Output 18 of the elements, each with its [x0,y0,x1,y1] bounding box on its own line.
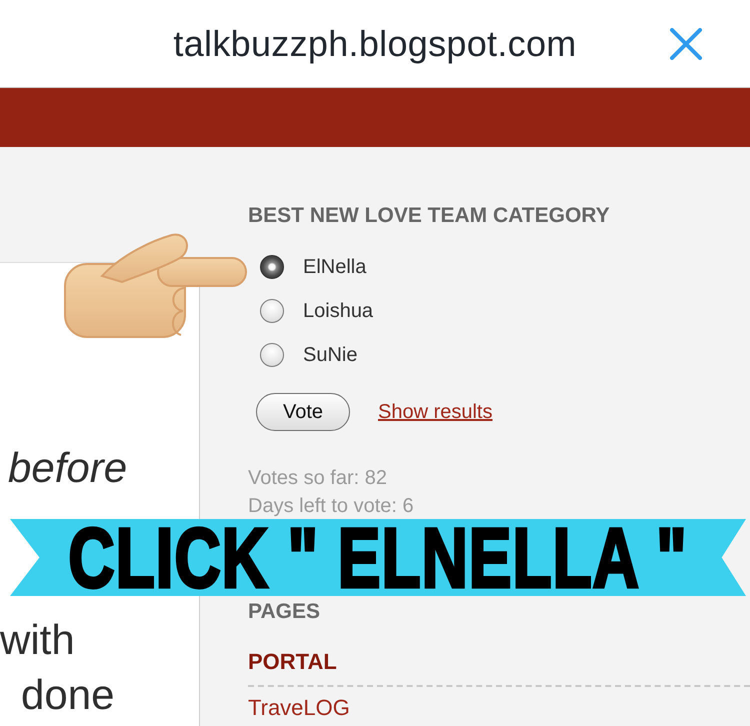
vote-button[interactable]: Vote [256,393,350,431]
page-link[interactable]: TraveLOG [248,694,350,722]
pointing-hand-icon [62,232,248,340]
radio-button[interactable] [260,299,284,323]
votes-count-text: Votes so far: 82 [248,466,387,491]
pages-title: PAGES [248,599,321,625]
option-label[interactable]: Loishua [303,299,374,323]
poll-title: BEST NEW LOVE TEAM CATEGORY [248,203,611,228]
show-results-link[interactable]: Show results [378,397,492,427]
page-url: talkbuzzph.blogspot.com [173,22,577,64]
page-link[interactable]: PORTAL [248,648,337,676]
option-label[interactable]: ElNella [303,255,366,279]
post-text: before [8,443,128,493]
radio-button[interactable] [260,255,284,279]
radio-button[interactable] [260,343,284,367]
post-text: done [21,670,114,720]
option-label[interactable]: SuNie [303,343,358,367]
close-icon[interactable] [670,28,702,60]
